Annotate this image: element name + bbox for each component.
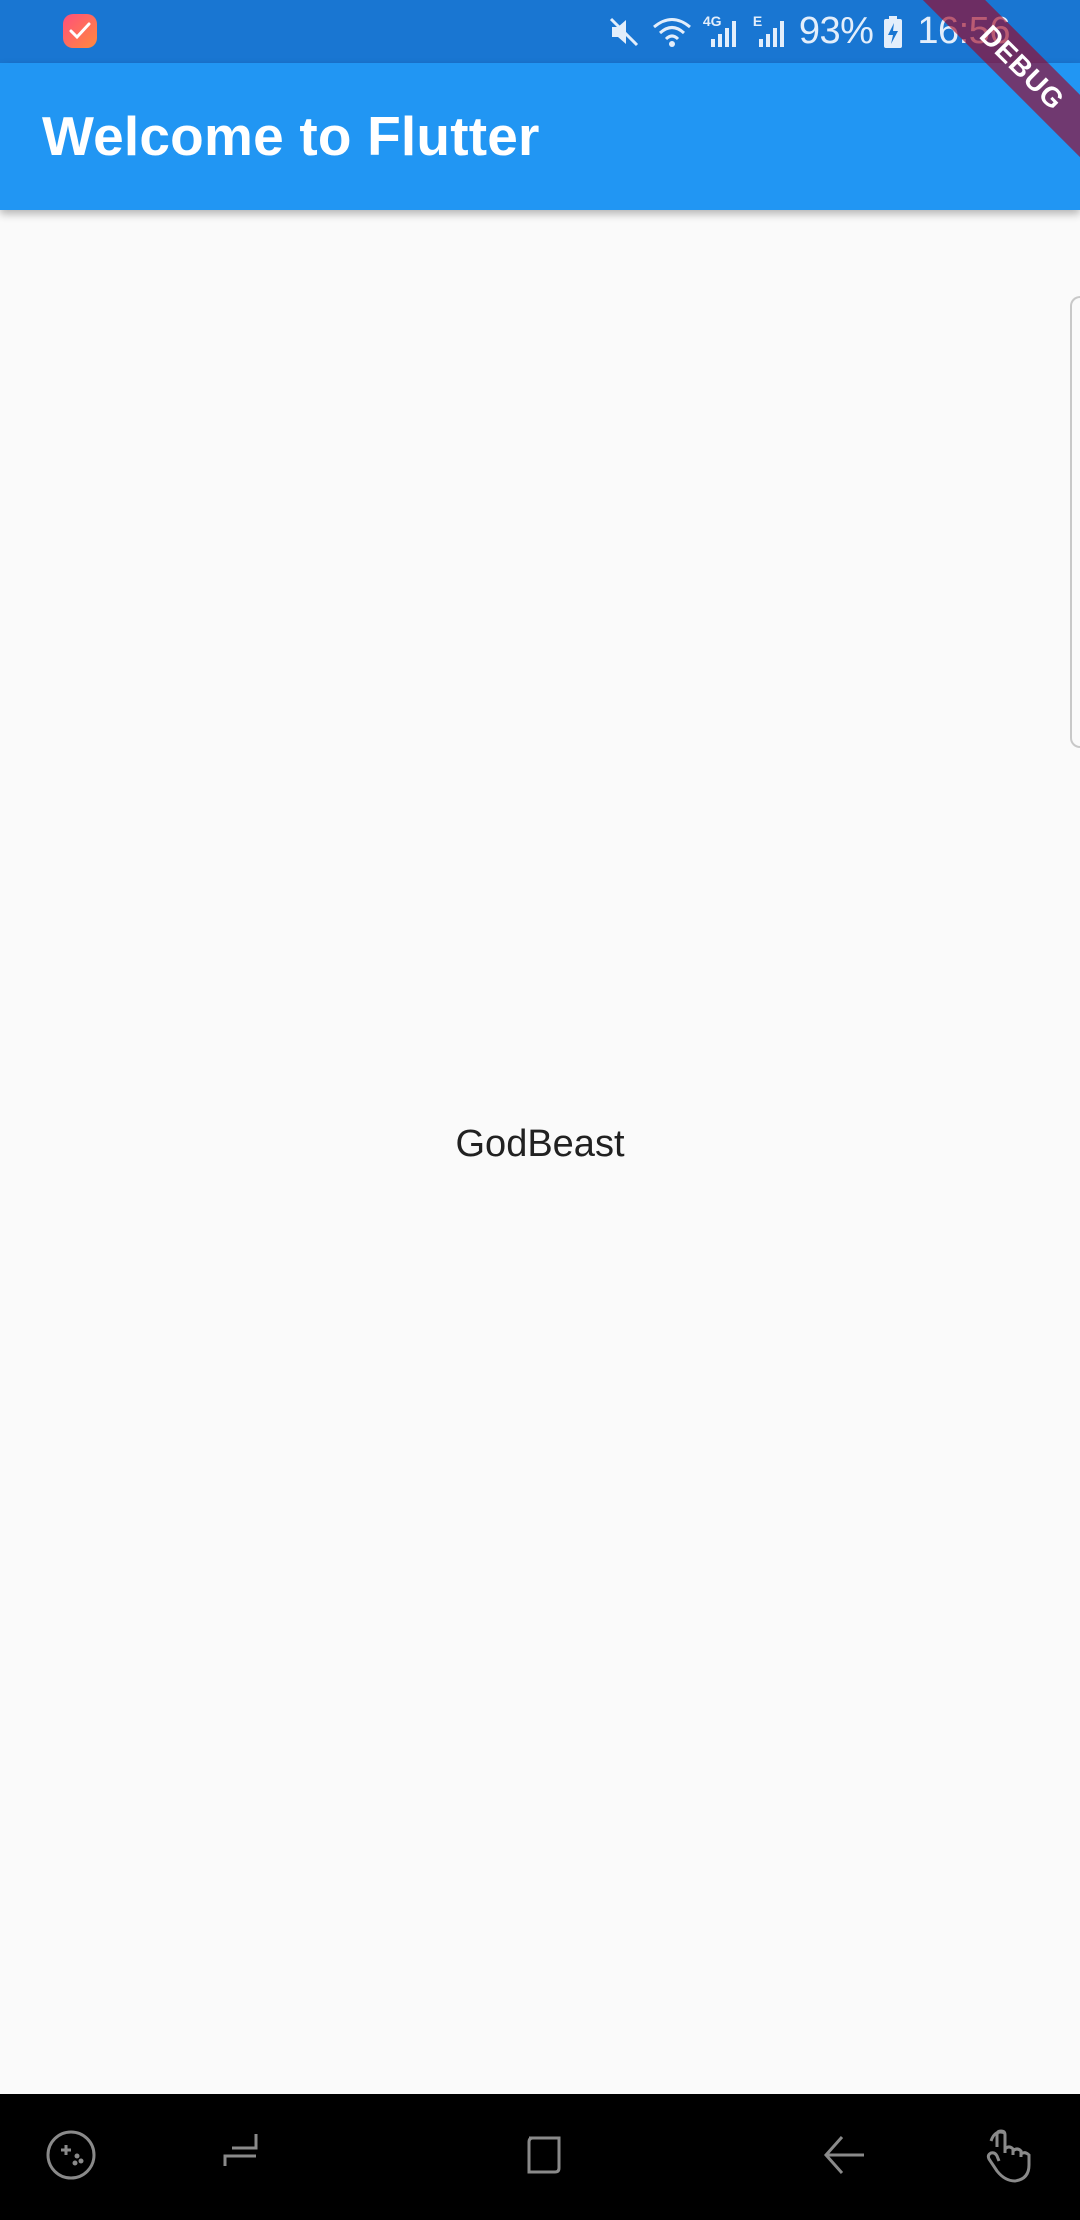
game-tools-icon	[44, 2128, 98, 2187]
recent-apps-button[interactable]	[200, 2094, 282, 2220]
battery-charging-icon	[883, 15, 903, 49]
signal-4g-icon: 4G	[703, 13, 743, 49]
mute-icon	[607, 15, 641, 49]
game-tools-button[interactable]	[30, 2094, 112, 2220]
back-button[interactable]	[804, 2094, 886, 2220]
back-icon	[820, 2128, 870, 2187]
signal-e-icon: E	[753, 13, 789, 49]
task-app-icon	[63, 14, 97, 48]
status-bar: 4G E 93% 16:56	[0, 0, 1080, 63]
body-area: GodBeast	[0, 210, 1080, 2094]
navigation-bar	[0, 2094, 1080, 2220]
recent-apps-icon	[216, 2128, 266, 2187]
home-button[interactable]	[502, 2094, 584, 2220]
page-title: Welcome to Flutter	[42, 105, 540, 167]
wifi-icon	[651, 15, 693, 49]
center-text: GodBeast	[455, 1123, 625, 1165]
assistive-touch-button[interactable]	[968, 2094, 1050, 2220]
app-bar: Welcome to Flutter	[0, 63, 1080, 210]
battery-percent: 93%	[798, 10, 874, 52]
clock: 16:56	[917, 10, 1010, 52]
edge-panel-handle[interactable]	[1070, 296, 1080, 748]
assistive-touch-icon	[979, 2125, 1039, 2190]
home-icon	[517, 2128, 569, 2187]
